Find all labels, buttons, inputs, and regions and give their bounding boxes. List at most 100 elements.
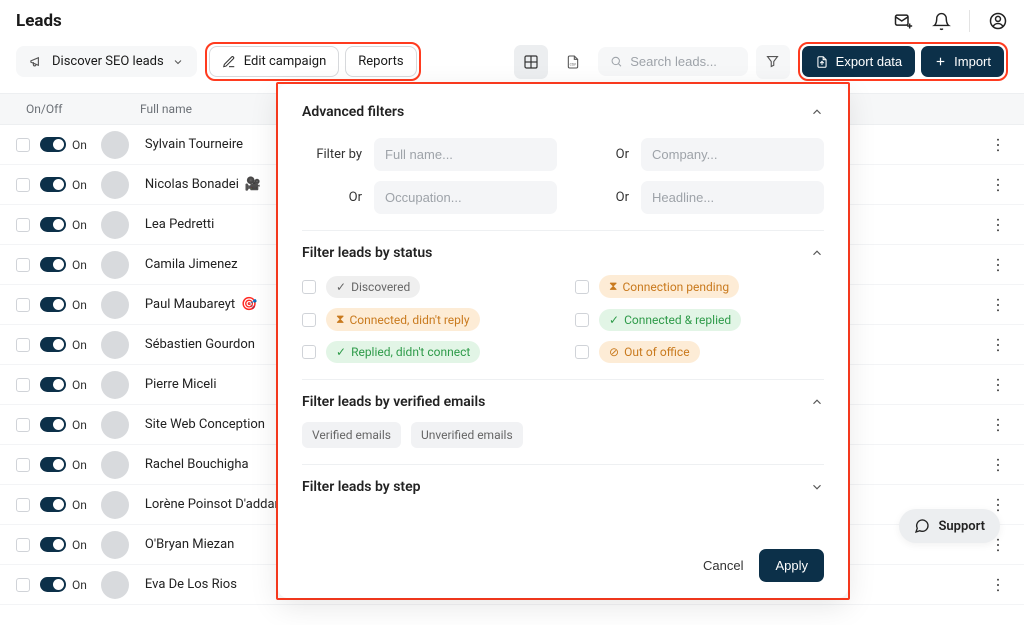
megaphone-icon (29, 54, 44, 69)
highlight-export-import: Export data Import (798, 42, 1008, 81)
row-toggle[interactable] (40, 177, 66, 192)
row-more-icon[interactable]: ⋯ (989, 257, 1008, 272)
block-icon: ⊘ (609, 345, 619, 359)
chat-icon (914, 518, 930, 534)
row-toggle[interactable] (40, 537, 66, 552)
row-more-icon[interactable]: ⋯ (989, 217, 1008, 232)
row-toggle[interactable] (40, 417, 66, 432)
row-more-icon[interactable]: ⋯ (989, 577, 1008, 592)
checkbox[interactable] (575, 280, 589, 294)
row-toggle[interactable] (40, 137, 66, 152)
export-csv-button[interactable]: CSV (556, 45, 590, 79)
check-icon: ✓ (609, 313, 619, 327)
row-toggle[interactable] (40, 377, 66, 392)
discover-leads-dropdown[interactable]: Discover SEO leads (16, 46, 197, 77)
row-checkbox[interactable] (16, 578, 30, 592)
row-checkbox[interactable] (16, 498, 30, 512)
fullname-input[interactable] (374, 138, 557, 171)
row-checkbox[interactable] (16, 418, 30, 432)
row-checkbox[interactable] (16, 298, 30, 312)
svg-text:CSV: CSV (569, 62, 576, 66)
status-connected-replied[interactable]: ✓Connected & replied (575, 308, 824, 331)
export-data-button[interactable]: Export data (802, 46, 916, 77)
status-header[interactable]: Filter leads by status (302, 245, 824, 261)
export-icon (815, 55, 829, 69)
row-more-icon[interactable]: ⋯ (989, 297, 1008, 312)
emails-header[interactable]: Filter leads by verified emails (302, 394, 824, 410)
columns-button[interactable] (514, 45, 548, 79)
row-checkbox[interactable] (16, 218, 30, 232)
row-checkbox[interactable] (16, 378, 30, 392)
row-toggle[interactable] (40, 457, 66, 472)
avatar (101, 451, 129, 479)
row-checkbox[interactable] (16, 178, 30, 192)
hourglass-icon: ⧗ (336, 312, 344, 327)
checkbox[interactable] (302, 313, 316, 327)
checkbox[interactable] (575, 345, 589, 359)
bell-icon[interactable] (931, 11, 951, 31)
pencil-icon (222, 55, 236, 69)
reports-label: Reports (358, 54, 403, 69)
section-status: Filter leads by status ✓Discovered ⧗Conn… (302, 245, 824, 380)
label-filterby: Filter by (302, 147, 362, 162)
mail-plus-icon[interactable] (893, 11, 913, 31)
edit-campaign-button[interactable]: Edit campaign (209, 46, 340, 77)
label-or-2: Or (302, 190, 362, 205)
filter-button[interactable] (756, 45, 790, 79)
row-on-label: On (72, 378, 87, 392)
row-toggle[interactable] (40, 297, 66, 312)
step-header[interactable]: Filter leads by step (302, 479, 824, 495)
search-leads[interactable] (598, 47, 748, 76)
row-more-icon[interactable]: ⋯ (989, 417, 1008, 432)
checkboxél[interactable] (302, 345, 316, 359)
row-more-icon[interactable]: ⋯ (989, 177, 1008, 192)
check-icon: ✓ (336, 280, 346, 294)
row-checkbox[interactable] (16, 258, 30, 272)
cancel-button[interactable]: Cancel (703, 558, 743, 573)
row-toggle[interactable] (40, 217, 66, 232)
checkbox[interactable] (575, 313, 589, 327)
row-checkbox[interactable] (16, 458, 30, 472)
filter-panel: Advanced filters Filter by Or Or Or Filt… (278, 84, 848, 598)
row-checkbox[interactable] (16, 138, 30, 152)
row-checkbox[interactable] (16, 338, 30, 352)
row-toggle[interactable] (40, 577, 66, 592)
status-out-of-office[interactable]: ⊘Out of office (575, 341, 824, 363)
section-advanced-filters: Advanced filters Filter by Or Or Or (302, 104, 824, 231)
checkbox[interactable] (302, 280, 316, 294)
occupation-input[interactable] (374, 181, 557, 214)
advanced-filters-header[interactable]: Advanced filters (302, 104, 824, 120)
row-toggle[interactable] (40, 337, 66, 352)
row-checkbox[interactable] (16, 538, 30, 552)
search-input[interactable] (630, 54, 735, 69)
row-on-label: On (72, 258, 87, 272)
row-toggle[interactable] (40, 497, 66, 512)
import-button[interactable]: Import (921, 46, 1004, 77)
row-more-icon[interactable]: ⋯ (989, 337, 1008, 352)
row-more-icon[interactable]: ⋯ (989, 137, 1008, 152)
status-connected-noreply[interactable]: ⧗Connected, didn't reply (302, 308, 551, 331)
row-more-icon[interactable]: ⋯ (989, 497, 1008, 512)
reports-button[interactable]: Reports (345, 46, 416, 77)
apply-button[interactable]: Apply (759, 549, 824, 582)
avatar (101, 411, 129, 439)
col-onoff: On/Off (26, 102, 96, 116)
headline-input[interactable] (641, 181, 824, 214)
chip-verified[interactable]: Verified emails (302, 422, 401, 448)
page-header: Leads (0, 0, 1024, 34)
status-title: Filter leads by status (302, 245, 432, 261)
row-more-icon[interactable]: ⋯ (989, 377, 1008, 392)
discover-label: Discover SEO leads (52, 54, 164, 69)
company-input[interactable] (641, 138, 824, 171)
row-toggle[interactable] (40, 257, 66, 272)
row-on-label: On (72, 578, 87, 592)
profile-icon[interactable] (988, 11, 1008, 31)
chip-unverified[interactable]: Unverified emails (411, 422, 523, 448)
status-connection-pending[interactable]: ⧗Connection pending (575, 275, 824, 298)
row-on-label: On (72, 178, 87, 192)
support-button[interactable]: Support (899, 509, 1000, 543)
grid-icon (523, 54, 539, 70)
row-more-icon[interactable]: ⋯ (989, 457, 1008, 472)
status-discovered[interactable]: ✓Discovered (302, 275, 551, 298)
status-replied-noconnect[interactable]: ✓Replied, didn't connect (302, 341, 551, 363)
